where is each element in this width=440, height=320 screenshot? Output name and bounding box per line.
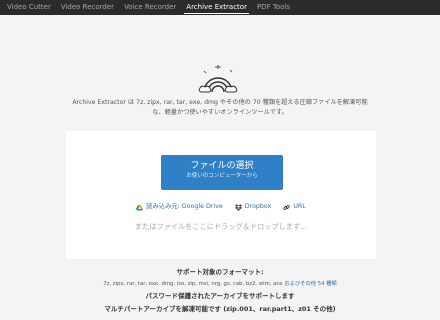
tab-video-recorder[interactable]: Video Recorder [56,0,119,15]
top-nav-bar: Video Cutter Video Recorder Voice Record… [0,0,440,15]
more-formats-link[interactable]: およびその他 54 種類 [284,281,336,287]
tab-video-cutter[interactable]: Video Cutter [2,0,56,15]
formats-list-text: 7z, zipx, rar, tar, exe, dmg, iso, zip, … [103,281,283,287]
upload-sources: 読み込み元: Google Drive Dropbox URL [66,202,376,212]
multipart-support-note: マルチパートアーカイブを解凍可能です (zip.001、rar.part1、z0… [104,305,336,313]
google-drive-icon [136,204,144,211]
link-icon [283,204,290,210]
google-drive-label: 読み込み元: Google Drive [146,203,223,210]
choose-file-label: ファイルの選択 [190,161,254,171]
formats-title: サポート対象のフォーマット: [176,268,264,276]
hero-description: Archive Extractor は 7z, zipx, rar, tar, … [72,99,368,116]
drop-zone-hint[interactable]: またはファイルをここにドラッグ＆ドロップします... [66,221,376,233]
upload-card: ファイルの選択 お使いのコンピューターから 読み込み元: Google Driv… [66,131,376,259]
choose-file-button[interactable]: ファイルの選択 お使いのコンピューターから [161,155,283,190]
google-drive-link[interactable]: 読み込み元: Google Drive [136,202,223,212]
archive-rainbow-icon [198,65,238,93]
dropbox-label: Dropbox [244,203,272,210]
url-link[interactable]: URL [283,202,306,212]
tab-voice-recorder[interactable]: Voice Recorder [119,0,181,15]
tab-pdf-tools[interactable]: PDF Tools [252,0,295,15]
url-label: URL [293,203,306,210]
dropbox-link[interactable]: Dropbox [234,202,272,212]
dropbox-icon [234,203,242,211]
tab-archive-extractor[interactable]: Archive Extractor [181,0,252,15]
choose-file-sublabel: お使いのコンピューターから [186,173,258,179]
password-support-note: パスワード保護されたアーカイブをサポートします [145,292,295,300]
formats-list: 7z, zipx, rar, tar, exe, dmg, iso, zip, … [0,280,440,288]
